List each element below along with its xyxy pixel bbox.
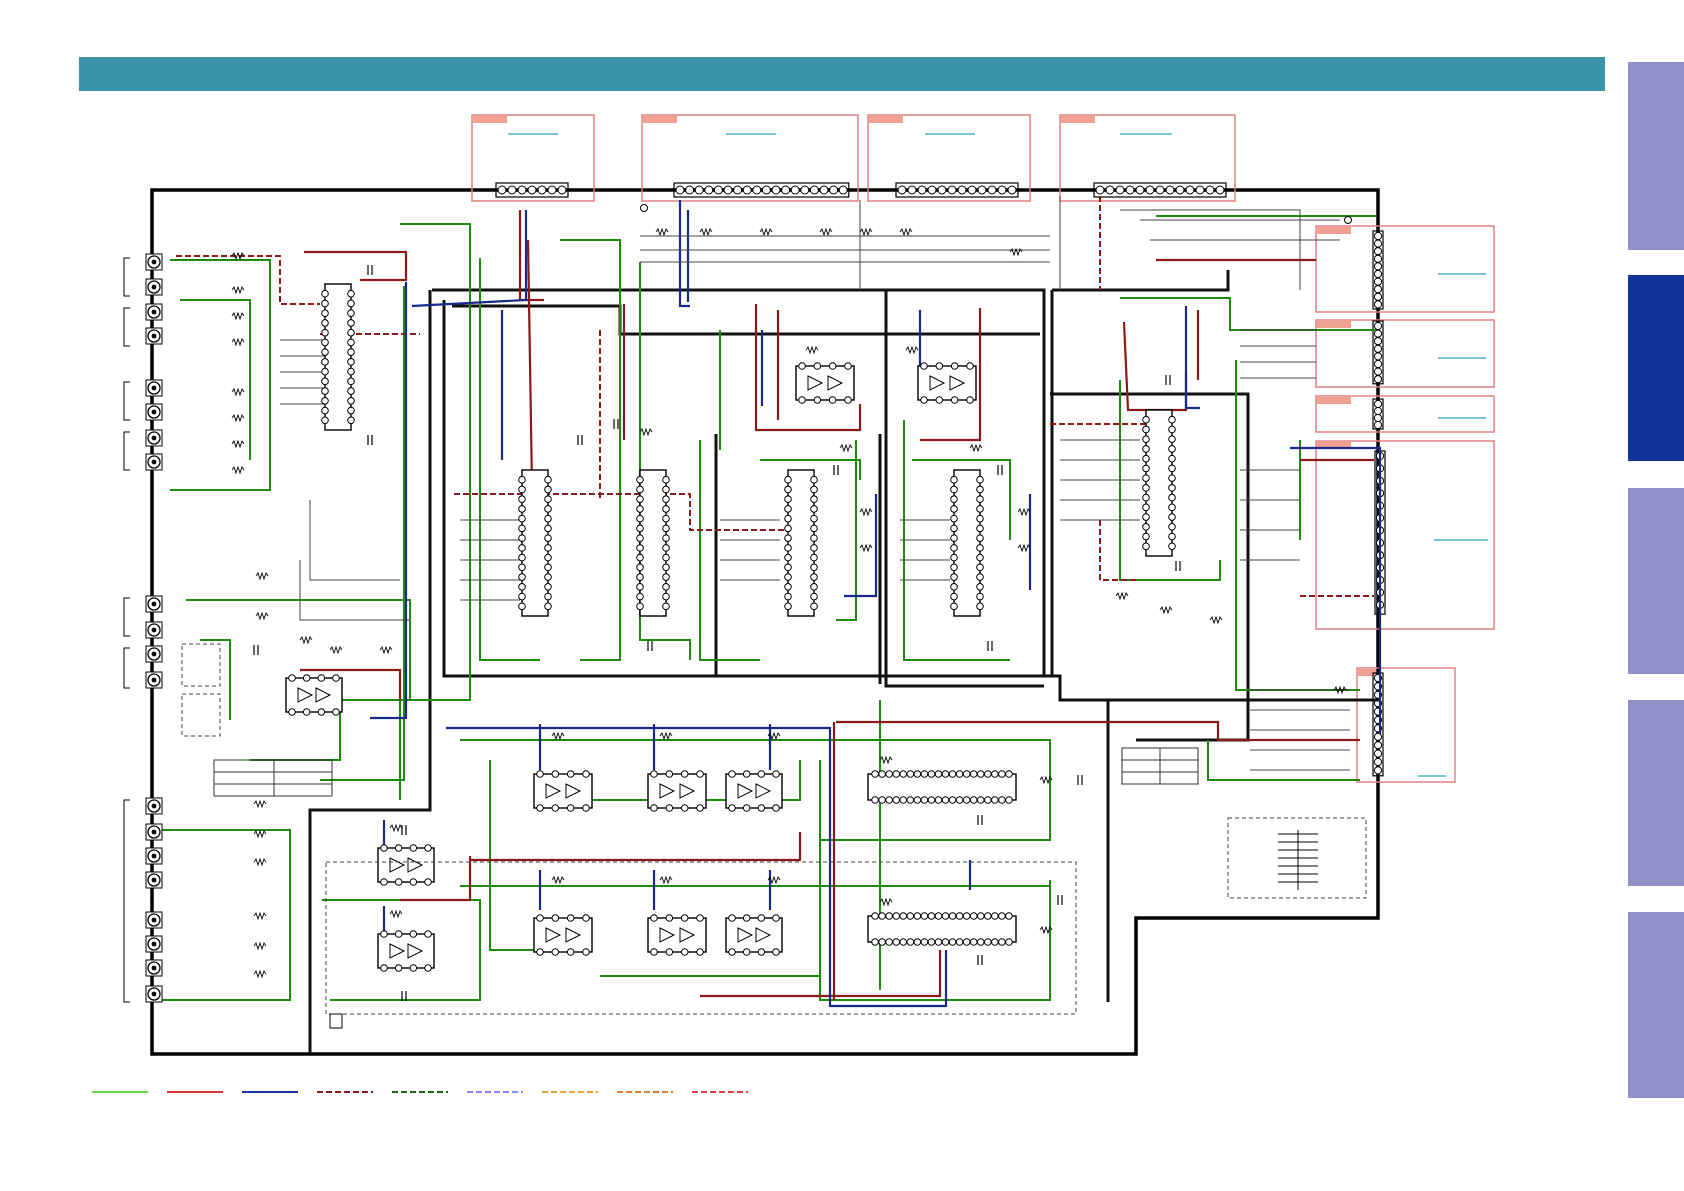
wire-legend: [92, 1091, 748, 1093]
